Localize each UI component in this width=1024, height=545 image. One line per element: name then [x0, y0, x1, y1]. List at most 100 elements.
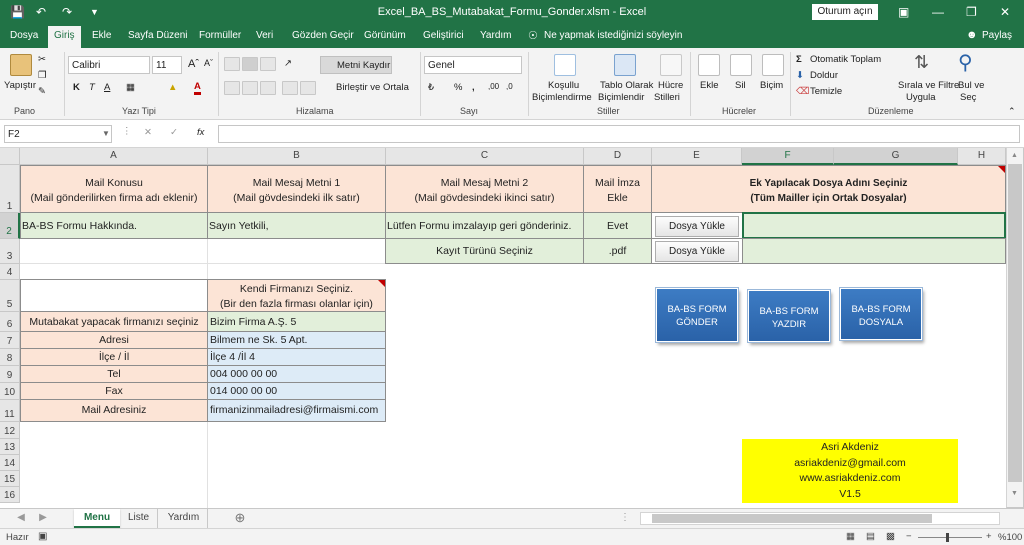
cell-f2-selected[interactable] [742, 212, 1006, 239]
clear-icon[interactable]: ⌫ [796, 86, 809, 97]
tell-me-search[interactable]: Ne yapmak istediğinizi söyleyin [544, 30, 682, 41]
sheet-tab-liste[interactable]: Liste [120, 509, 158, 528]
row-header-15[interactable]: 15 [0, 471, 20, 487]
cell-a6[interactable]: Mutabakat yapacak firmanızı seçiniz [20, 311, 208, 332]
copy-icon[interactable]: ❐ [38, 70, 47, 81]
conditional-format-icon[interactable] [554, 54, 576, 76]
cell-b3[interactable] [208, 239, 386, 264]
cell-a9[interactable]: Tel [20, 365, 208, 383]
align-right-icon[interactable] [260, 81, 276, 95]
autosum-button[interactable]: Otomatik Toplam [810, 54, 881, 65]
sort-line1[interactable]: Sırala ve Filtre [898, 80, 959, 91]
cell-b6[interactable]: Bizim Firma A.Ş. 5 [207, 311, 386, 332]
row-header-13[interactable]: 13 [0, 439, 20, 455]
find-line1[interactable]: Bul ve [958, 80, 984, 91]
normal-view-icon[interactable]: ▦ [846, 531, 855, 542]
cell-b8[interactable]: İlçe 4 /İl 4 [207, 348, 386, 366]
scroll-down-icon[interactable]: ▼ [1011, 490, 1018, 497]
comment-indicator[interactable] [998, 166, 1005, 173]
font-size-select[interactable]: 11 [152, 56, 182, 74]
align-top-icon[interactable] [224, 57, 240, 71]
cell-b10[interactable]: 014 000 00 00 [207, 382, 386, 400]
cell-b11[interactable]: firmanizinmailadresi@firmaismi.com [207, 399, 386, 422]
cell-styles-icon[interactable] [660, 54, 682, 76]
send-form-button[interactable]: BA-BS FORM GÖNDER [656, 288, 738, 342]
currency-icon[interactable]: ₺ [428, 82, 434, 93]
format-painter-icon[interactable]: ✎ [38, 86, 46, 97]
cell-c3[interactable]: Kayıt Türünü Seçiniz [385, 238, 584, 264]
cell-a8[interactable]: İlçe / İl [20, 348, 208, 366]
horizontal-scroll-thumb[interactable] [652, 514, 932, 523]
cell-c2[interactable]: Lütfen Formu imzalayıp geri gönderiniz. [385, 212, 584, 239]
align-left-icon[interactable] [224, 81, 240, 95]
worksheet-grid[interactable]: A B C D E F G H ▲ ▼ 1 2 3 4 5 6 7 8 9 10… [0, 148, 1024, 508]
find-line2[interactable]: Seç [960, 92, 976, 103]
table-format-line1[interactable]: Tablo Olarak [600, 80, 653, 91]
cell-b7[interactable]: Bilmem ne Sk. 5 Apt. [207, 331, 386, 349]
increase-indent-icon[interactable] [300, 81, 316, 95]
next-sheet-icon[interactable]: ▶ [36, 509, 50, 528]
cell-f3[interactable] [742, 238, 1006, 264]
cond-format-line2[interactable]: Biçimlendirme [532, 92, 592, 103]
add-sheet-icon[interactable]: ⊕ [230, 509, 250, 528]
insert-cells-icon[interactable] [698, 54, 720, 76]
row-header-11[interactable]: 11 [0, 400, 20, 422]
row-header-12[interactable]: 12 [0, 422, 20, 439]
cut-icon[interactable]: ✂ [38, 54, 46, 65]
select-all-corner[interactable] [0, 148, 20, 165]
row-header-9[interactable]: 9 [0, 366, 20, 383]
name-box[interactable]: F2 [4, 125, 112, 143]
fill-color-icon[interactable]: ▲ [168, 82, 177, 93]
border-icon[interactable]: ▦ [126, 82, 135, 93]
row-header-5[interactable]: 5 [0, 280, 20, 312]
formula-input[interactable] [218, 125, 1020, 143]
row-header-10[interactable]: 10 [0, 383, 20, 400]
cell-a5[interactable] [20, 279, 208, 312]
font-name-select[interactable]: Calibri [68, 56, 150, 74]
cell-d1[interactable]: Mail İmza Ekle [583, 165, 652, 213]
share-button[interactable]: Paylaş [982, 30, 1012, 41]
tab-veri[interactable]: Veri [256, 30, 273, 41]
cancel-icon[interactable]: ✕ [144, 127, 152, 138]
row-header-4[interactable]: 4 [0, 264, 20, 280]
upload-file-button-1[interactable]: Dosya Yükle [655, 216, 739, 237]
cell-c1[interactable]: Mail Mesaj Metni 2 (Mail gövdesindeki ik… [385, 165, 584, 213]
col-header-d[interactable]: D [584, 148, 652, 165]
col-header-c[interactable]: C [386, 148, 584, 165]
cell-a10[interactable]: Fax [20, 382, 208, 400]
tab-gozden-gecir[interactable]: Gözden Geçir [292, 30, 354, 41]
sheet-tab-yardim[interactable]: Yardım [160, 509, 208, 528]
autosum-icon[interactable]: Σ [796, 54, 802, 65]
scrollbar-thumb[interactable] [1008, 164, 1022, 482]
row-header-1[interactable]: 1 [0, 165, 20, 213]
bold-icon[interactable]: K [73, 82, 80, 93]
decrease-indent-icon[interactable] [282, 81, 298, 95]
wrap-text-button[interactable]: Metni Kaydır [320, 56, 392, 74]
percent-icon[interactable]: % [454, 82, 462, 93]
row-header-3[interactable]: 3 [0, 239, 20, 264]
file-form-button[interactable]: BA-BS FORM DOSYALA [840, 288, 922, 340]
row-header-6[interactable]: 6 [0, 312, 20, 332]
prev-sheet-icon[interactable]: ◀ [14, 509, 28, 528]
fill-button[interactable]: Doldur [810, 70, 838, 81]
cell-styles-line1[interactable]: Hücre [658, 80, 683, 91]
table-format-line2[interactable]: Biçimlendir [598, 92, 644, 103]
clear-button[interactable]: Temizle [810, 86, 842, 97]
paste-button[interactable]: Yapıştır [4, 80, 36, 91]
close-icon[interactable]: ✕ [1000, 4, 1010, 20]
col-header-e[interactable]: E [652, 148, 742, 165]
page-layout-icon[interactable]: ▤ [866, 531, 875, 542]
orientation-icon[interactable]: ↗ [284, 58, 292, 69]
fill-icon[interactable]: ⬇ [796, 70, 804, 81]
tab-gorunum[interactable]: Görünüm [364, 30, 406, 41]
grow-font-icon[interactable]: Aˆ [188, 58, 199, 70]
page-break-icon[interactable]: ▩ [886, 531, 895, 542]
cell-b5[interactable]: Kendi Firmanızı Seçiniz. (Bir den fazla … [207, 279, 386, 312]
col-header-b[interactable]: B [208, 148, 386, 165]
zoom-level[interactable]: %100 [998, 532, 1022, 543]
col-header-a[interactable]: A [20, 148, 208, 165]
col-header-g[interactable]: G [834, 148, 958, 165]
format-button[interactable]: Biçim [760, 80, 783, 91]
cell-styles-line2[interactable]: Stilleri [654, 92, 680, 103]
row-header-8[interactable]: 8 [0, 349, 20, 366]
